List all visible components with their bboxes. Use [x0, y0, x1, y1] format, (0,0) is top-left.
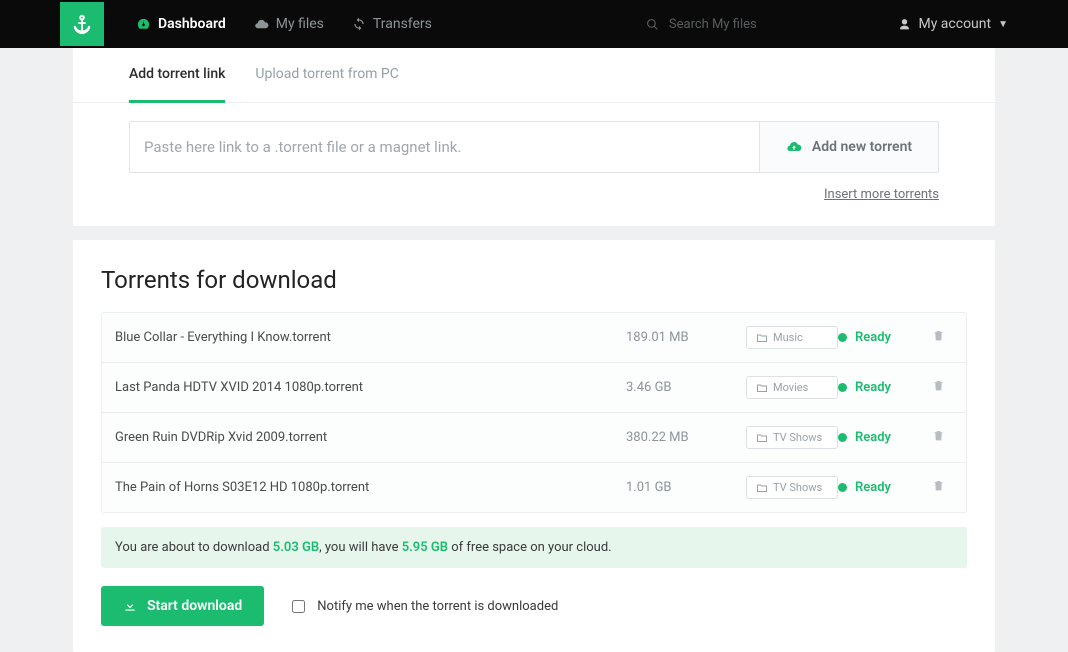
- status-dot: [838, 383, 847, 392]
- nav-myfiles-label: My files: [276, 16, 324, 32]
- category-label: Music: [773, 331, 803, 344]
- torrent-name: Last Panda HDTV XVID 2014 1080p.torrent: [115, 380, 626, 395]
- search-icon: [646, 18, 659, 31]
- dashboard-icon: [136, 17, 151, 32]
- nav-myfiles[interactable]: My files: [240, 0, 338, 48]
- chevron-down-icon: ▼: [998, 19, 1008, 30]
- tab-add-link[interactable]: Add torrent link: [129, 48, 225, 103]
- category-label: Movies: [773, 381, 808, 394]
- torrent-size: 1.01 GB: [626, 480, 746, 495]
- search-area[interactable]: Search My files: [646, 17, 757, 32]
- torrent-size: 189.01 MB: [626, 330, 746, 345]
- delete-button[interactable]: [923, 379, 953, 396]
- status-dot: [838, 433, 847, 442]
- add-new-torrent-label: Add new torrent: [812, 139, 912, 155]
- total-size: 5.03 GB: [273, 540, 319, 555]
- user-icon: [898, 18, 911, 31]
- add-torrent-card: Add torrent link Upload torrent from PC …: [73, 48, 995, 226]
- folder-icon: [756, 382, 768, 394]
- summary-bar: You are about to download 5.03 GB, you w…: [101, 527, 967, 568]
- folder-icon: [756, 482, 768, 494]
- status: Ready: [838, 380, 923, 395]
- torrent-name: Blue Collar - Everything I Know.torrent: [115, 330, 626, 345]
- torrents-card: Torrents for download Blue Collar - Ever…: [73, 240, 995, 652]
- category-button[interactable]: Movies: [746, 376, 838, 399]
- insert-more-link[interactable]: Insert more torrents: [824, 187, 939, 202]
- my-account-label: My account: [918, 16, 991, 32]
- torrent-size: 3.46 GB: [626, 380, 746, 395]
- notify-checkbox[interactable]: [292, 600, 305, 613]
- status-dot: [838, 483, 847, 492]
- start-download-label: Start download: [147, 598, 242, 614]
- table-row: Green Ruin DVDRip Xvid 2009.torrent380.2…: [102, 413, 966, 463]
- status-text: Ready: [855, 480, 891, 495]
- delete-button[interactable]: [923, 429, 953, 446]
- status: Ready: [838, 430, 923, 445]
- trash-icon: [932, 429, 945, 442]
- category-label: TV Shows: [773, 431, 822, 444]
- delete-button[interactable]: [923, 329, 953, 346]
- topbar: Dashboard My files Transfers Search My f…: [0, 0, 1068, 48]
- status-text: Ready: [855, 380, 891, 395]
- nav-dashboard[interactable]: Dashboard: [122, 0, 240, 48]
- tab-upload-pc[interactable]: Upload torrent from PC: [255, 48, 398, 102]
- free-space: 5.95 GB: [402, 540, 448, 555]
- status-dot: [838, 333, 847, 342]
- nav-transfers-label: Transfers: [373, 16, 432, 32]
- category-button[interactable]: TV Shows: [746, 476, 838, 499]
- category-button[interactable]: TV Shows: [746, 426, 838, 449]
- refresh-icon: [352, 17, 366, 31]
- tabs: Add torrent link Upload torrent from PC: [73, 48, 995, 103]
- delete-button[interactable]: [923, 479, 953, 496]
- nav-dashboard-label: Dashboard: [158, 16, 226, 32]
- trash-icon: [932, 329, 945, 342]
- logo[interactable]: [60, 2, 104, 46]
- download-icon: [123, 599, 137, 613]
- cloud-upload-icon: [786, 139, 802, 155]
- my-account[interactable]: My account ▼: [898, 16, 1008, 32]
- torrent-link-input[interactable]: [129, 121, 759, 173]
- trash-icon: [932, 479, 945, 492]
- add-new-torrent-button[interactable]: Add new torrent: [759, 121, 939, 173]
- category-label: TV Shows: [773, 481, 822, 494]
- status: Ready: [838, 330, 923, 345]
- table-row: Blue Collar - Everything I Know.torrent1…: [102, 313, 966, 363]
- section-title: Torrents for download: [101, 266, 967, 294]
- search-placeholder: Search My files: [669, 17, 757, 32]
- status-text: Ready: [855, 330, 891, 345]
- trash-icon: [932, 379, 945, 392]
- nav-transfers[interactable]: Transfers: [338, 0, 446, 48]
- table-row: Last Panda HDTV XVID 2014 1080p.torrent3…: [102, 363, 966, 413]
- torrent-size: 380.22 MB: [626, 430, 746, 445]
- category-button[interactable]: Music: [746, 326, 838, 349]
- torrent-list: Blue Collar - Everything I Know.torrent1…: [101, 312, 967, 513]
- torrent-name: Green Ruin DVDRip Xvid 2009.torrent: [115, 430, 626, 445]
- status: Ready: [838, 480, 923, 495]
- table-row: The Pain of Horns S03E12 HD 1080p.torren…: [102, 463, 966, 512]
- torrent-name: The Pain of Horns S03E12 HD 1080p.torren…: [115, 480, 626, 495]
- folder-icon: [756, 332, 768, 344]
- start-download-button[interactable]: Start download: [101, 586, 264, 626]
- status-text: Ready: [855, 430, 891, 445]
- anchor-icon: [71, 13, 93, 35]
- folder-icon: [756, 432, 768, 444]
- cloud-icon: [254, 17, 269, 32]
